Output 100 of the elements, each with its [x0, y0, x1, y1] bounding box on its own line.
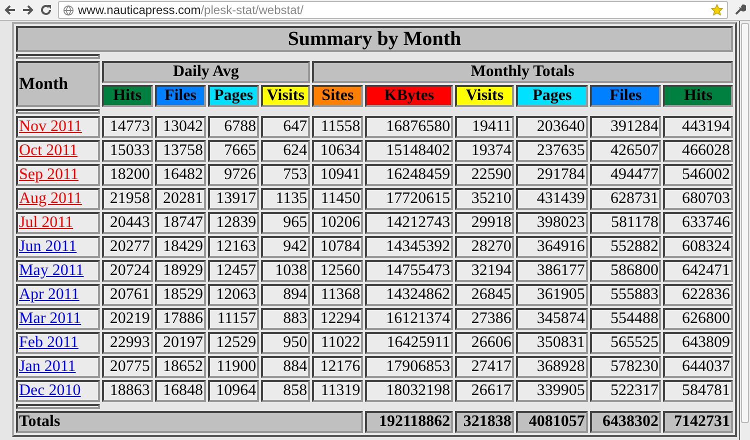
url-text: www.nauticapress.com/plesk-stat/webstat/: [78, 3, 304, 17]
table-cell: 16248459: [365, 164, 454, 186]
totals-label: Totals: [16, 411, 364, 433]
table-cell: 26617: [455, 380, 514, 402]
table-cell: 17906853: [365, 356, 454, 378]
table-cell: 644037: [663, 356, 733, 378]
table-cell: 15033: [102, 140, 153, 162]
table-cell: 942: [261, 236, 310, 258]
total-cell: 192118862: [365, 411, 454, 433]
table-cell: 17720615: [365, 188, 454, 210]
table-cell: 552882: [590, 236, 662, 258]
column-header: Files: [590, 85, 662, 107]
table-cell: 32194: [455, 260, 514, 282]
table-cell: 10964: [208, 380, 260, 402]
table-cell: 12839: [208, 212, 260, 234]
table-cell: 11368: [312, 284, 364, 306]
table-cell: 20761: [102, 284, 153, 306]
table-cell: 628731: [590, 188, 662, 210]
table-cell: 1135: [261, 188, 310, 210]
group-header: Monthly Totals: [312, 61, 733, 83]
wrench-icon[interactable]: [734, 4, 746, 16]
column-header: Visits: [455, 85, 514, 107]
table-cell: 27417: [455, 356, 514, 378]
table-cell: 647: [261, 116, 310, 138]
table-cell: 20277: [102, 236, 153, 258]
table-cell: 398023: [516, 212, 588, 234]
table-cell: 9726: [208, 164, 260, 186]
table-cell: 586800: [590, 260, 662, 282]
table-cell: 20197: [154, 332, 206, 354]
table-cell: 680703: [663, 188, 733, 210]
scrollbar-thumb[interactable]: [741, 23, 749, 423]
table-cell: 18529: [154, 284, 206, 306]
table-cell: 364916: [516, 236, 588, 258]
table-cell: 858: [261, 380, 310, 402]
globe-icon: [63, 4, 74, 16]
table-cell: 28270: [455, 236, 514, 258]
back-icon[interactable]: [4, 4, 16, 16]
table-cell: 20219: [102, 308, 153, 330]
table-cell: 622836: [663, 284, 733, 306]
table-cell: 291784: [516, 164, 588, 186]
table-cell: 608324: [663, 236, 733, 258]
table-cell: 16121374: [365, 308, 454, 330]
table-cell: 10784: [312, 236, 364, 258]
table-cell: 14324862: [365, 284, 454, 306]
forward-icon[interactable]: [22, 4, 34, 16]
column-header: Month: [16, 61, 100, 107]
table-cell: 350831: [516, 332, 588, 354]
address-bar[interactable]: www.nauticapress.com/plesk-stat/webstat/: [58, 1, 728, 19]
table-cell: 633746: [663, 212, 733, 234]
table-cell: 12176: [312, 356, 364, 378]
table-cell: 10634: [312, 140, 364, 162]
total-cell: 321838: [455, 411, 514, 433]
table-cell: 361905: [516, 284, 588, 306]
table-cell: 21958: [102, 188, 153, 210]
table-cell: 12063: [208, 284, 260, 306]
table-cell: 431439: [516, 188, 588, 210]
table-cell: 203640: [516, 116, 588, 138]
total-cell: 6438302: [590, 411, 662, 433]
table-cell: 14773: [102, 116, 153, 138]
total-cell: 7142731: [663, 411, 733, 433]
table-cell: 386177: [516, 260, 588, 282]
column-header: Visits: [261, 85, 310, 107]
table-cell: 18863: [102, 380, 153, 402]
table-cell: 16482: [154, 164, 206, 186]
table-cell: 29918: [455, 212, 514, 234]
table-cell: 20775: [102, 356, 153, 378]
table-cell: 13042: [154, 116, 206, 138]
table-cell: 10941: [312, 164, 364, 186]
table-cell: 16425911: [365, 332, 454, 354]
table-cell: 443194: [663, 116, 733, 138]
column-header: Hits: [663, 85, 733, 107]
table-cell: 13917: [208, 188, 260, 210]
table-cell: 522317: [590, 380, 662, 402]
reload-icon[interactable]: [40, 4, 52, 16]
table-cell: 18200: [102, 164, 153, 186]
table-cell: 19374: [455, 140, 514, 162]
table-cell: 626800: [663, 308, 733, 330]
table-cell: 565525: [590, 332, 662, 354]
table-cell: 581178: [590, 212, 662, 234]
table-cell: 237635: [516, 140, 588, 162]
table-cell: 18032198: [365, 380, 454, 402]
table-cell: 339905: [516, 380, 588, 402]
table-cell: 578230: [590, 356, 662, 378]
table-cell: 18929: [154, 260, 206, 282]
table-cell: 643809: [663, 332, 733, 354]
table-cell: 22993: [102, 332, 153, 354]
column-header: Pages: [516, 85, 588, 107]
table-cell: 12560: [312, 260, 364, 282]
table-title: Summary by Month: [16, 26, 733, 52]
table-cell: 546002: [663, 164, 733, 186]
table-cell: 555883: [590, 284, 662, 306]
table-cell: 18652: [154, 356, 206, 378]
table-cell: 11022: [312, 332, 364, 354]
table-cell: 20443: [102, 212, 153, 234]
table-cell: 12457: [208, 260, 260, 282]
table-cell: 13758: [154, 140, 206, 162]
star-icon[interactable]: [711, 4, 723, 16]
table-cell: 11157: [208, 308, 260, 330]
table-cell: 1038: [261, 260, 310, 282]
table-cell: 26606: [455, 332, 514, 354]
